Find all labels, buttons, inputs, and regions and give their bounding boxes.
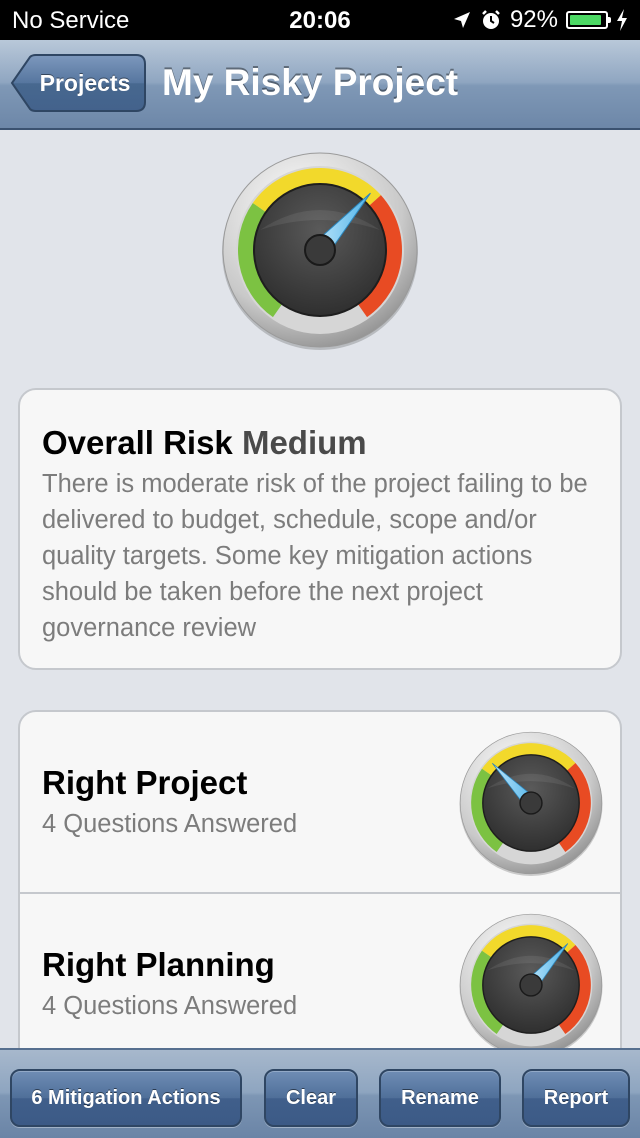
section-row-right-planning[interactable]: Right Planning 4 Questions Answered xyxy=(20,892,620,1072)
status-bar: No Service 20:06 92% xyxy=(0,0,640,40)
back-button-projects[interactable]: Projects xyxy=(10,54,146,112)
overall-risk-card: Overall Risk Medium There is moderate ri… xyxy=(18,388,622,670)
mitigation-actions-button[interactable]: 6 Mitigation Actions xyxy=(10,1069,242,1127)
overall-risk-heading: Overall Risk Medium xyxy=(42,424,600,462)
charging-bolt-icon xyxy=(617,9,627,31)
overall-risk-description: There is moderate risk of the project fa… xyxy=(42,470,588,642)
bottom-toolbar: 6 Mitigation Actions Clear Rename Report xyxy=(0,1048,640,1138)
overall-risk-level: Medium xyxy=(241,424,367,461)
battery-icon xyxy=(566,11,611,29)
status-icons: 92% xyxy=(452,6,628,34)
section-subtitle: 4 Questions Answered xyxy=(42,810,298,838)
page-title: My Risky Project xyxy=(162,62,459,103)
section-row-right-project[interactable]: Right Project 4 Questions Answered xyxy=(20,712,620,892)
overall-risk-label: Overall Risk xyxy=(42,424,233,461)
section-subtitle: 4 Questions Answered xyxy=(42,992,298,1020)
location-arrow-icon xyxy=(453,12,470,28)
section-title: Right Project xyxy=(42,764,248,801)
right-project-gauge-icon xyxy=(459,731,603,876)
section-title: Right Planning xyxy=(42,946,275,983)
alarm-clock-icon xyxy=(482,10,500,29)
rename-button[interactable]: Rename xyxy=(379,1069,501,1127)
navigation-bar: Projects My Risky Project xyxy=(0,40,640,130)
clear-button[interactable]: Clear xyxy=(264,1069,358,1127)
overall-risk-gauge-icon xyxy=(222,152,418,350)
back-button-label: Projects xyxy=(39,70,131,96)
right-planning-gauge-icon xyxy=(459,913,603,1058)
report-button[interactable]: Report xyxy=(522,1069,630,1127)
battery-percent: 92% xyxy=(509,6,558,33)
